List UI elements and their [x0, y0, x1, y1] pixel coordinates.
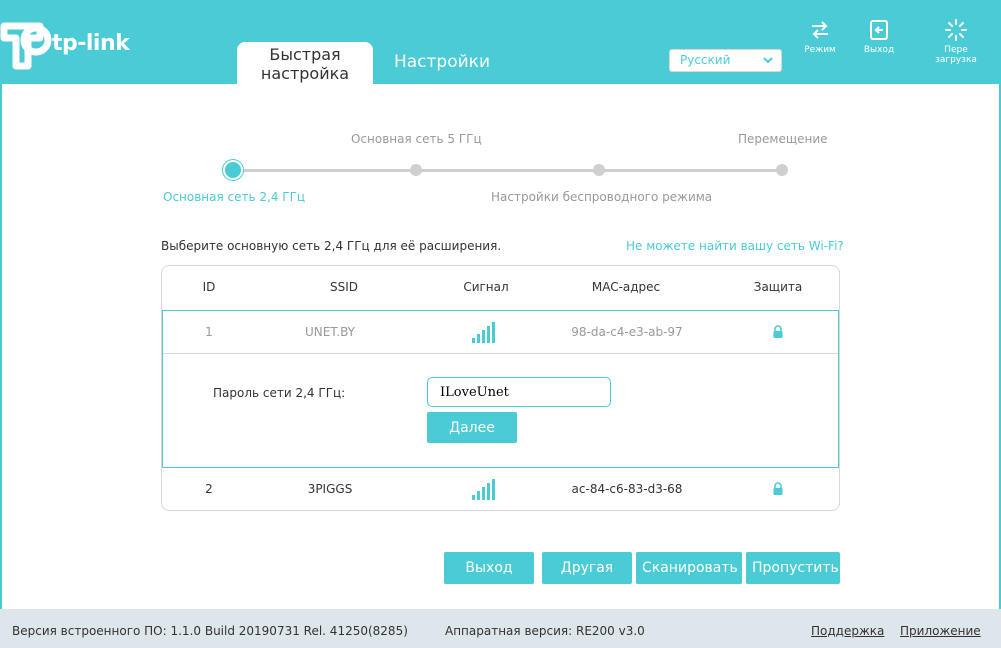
- next-button[interactable]: Далее: [427, 412, 517, 443]
- firmware-version: Версия встроенного ПО: 1.1.0 Build 20190…: [12, 624, 408, 638]
- row-2-mac: ac-84-c6-83-d3-68: [571, 482, 683, 496]
- other-button[interactable]: Другая: [542, 552, 632, 584]
- support-link[interactable]: Поддержка: [811, 624, 884, 638]
- hardware-version: Аппаратная версия: RE200 v3.0: [445, 624, 645, 638]
- top-header: tp-link Быстрая настройка Настройки Русс…: [0, 0, 1001, 84]
- tab-quick-setup[interactable]: Быстрая настройка: [237, 42, 373, 84]
- lock-icon: [773, 482, 783, 495]
- row-1-ssid: UNET.BY: [305, 325, 355, 339]
- language-select-value: Русский: [680, 53, 731, 67]
- skip-button[interactable]: Пропустить: [746, 552, 840, 584]
- tab-quick-setup-line1: Быстрая: [269, 45, 341, 64]
- row-1-id: 1: [205, 325, 213, 339]
- col-header-ssid: SSID: [329, 280, 358, 294]
- col-header-security: Защита: [753, 280, 803, 294]
- col-header-mac: MAC-адрес: [591, 280, 661, 294]
- language-select[interactable]: Русский: [669, 49, 782, 72]
- tab-settings[interactable]: Настройки: [384, 53, 500, 95]
- footer: Версия встроенного ПО: 1.1.0 Build 20190…: [0, 609, 1001, 648]
- cant-find-network-link[interactable]: Не можете найти вашу сеть Wi-Fi?: [626, 239, 844, 253]
- step-dot-3: [593, 164, 605, 176]
- table-row-selected[interactable]: 1 UNET.BY 98-da-c4-e3-ab-97 Пароль сети …: [162, 310, 839, 468]
- reboot-icon: [945, 19, 967, 41]
- stepper-track: [233, 169, 782, 172]
- lock-icon: [773, 325, 783, 338]
- scan-button[interactable]: Сканировать: [636, 552, 742, 584]
- col-header-signal: Сигнал: [463, 280, 509, 294]
- mode-switch-icon: [812, 21, 828, 39]
- row-1-mac: 98-da-c4-e3-ab-97: [571, 325, 683, 339]
- step-dot-4: [776, 164, 788, 176]
- step-label-3: Настройки беспроводного режима: [491, 190, 713, 204]
- row-2-id: 2: [205, 482, 213, 496]
- logout-icon: [870, 20, 888, 40]
- brand-name: tp-link: [52, 31, 130, 56]
- network-table: ID SSID Сигнал MAC-адрес Защита 1 UNET.B…: [161, 265, 840, 511]
- mode-button[interactable]: Режим: [790, 18, 850, 55]
- tab-quick-setup-line2: настройка: [260, 64, 350, 83]
- reboot-button-label: Пере загрузка: [935, 45, 977, 65]
- step-dot-1: [225, 162, 241, 178]
- app-link[interactable]: Приложение: [900, 624, 981, 638]
- chevron-down-icon: [763, 50, 773, 78]
- signal-strength-icon: [472, 321, 500, 343]
- row-2-ssid[interactable]: 3PIGGS: [280, 482, 380, 496]
- step-label-2: Основная сеть 5 ГГц: [351, 132, 482, 146]
- password-label: Пароль сети 2,4 ГГц:: [213, 386, 346, 400]
- reboot-button[interactable]: Пере загрузка: [923, 18, 989, 65]
- step-dot-2: [410, 164, 422, 176]
- logout-button-label: Выход: [863, 45, 895, 55]
- signal-strength-icon: [472, 478, 500, 500]
- logout-button[interactable]: Выход: [849, 18, 909, 55]
- step-label-4: Перемещение: [738, 132, 828, 146]
- intro-text: Выберите основную сеть 2,4 ГГц для её ра…: [161, 239, 502, 253]
- col-header-id: ID: [202, 280, 216, 294]
- password-input[interactable]: [427, 377, 611, 407]
- step-label-1: Основная сеть 2,4 ГГц: [163, 190, 306, 204]
- frame-left-border: [0, 84, 2, 609]
- exit-button[interactable]: Выход: [444, 552, 534, 584]
- mode-button-label: Режим: [804, 45, 836, 55]
- row-divider: [163, 353, 838, 354]
